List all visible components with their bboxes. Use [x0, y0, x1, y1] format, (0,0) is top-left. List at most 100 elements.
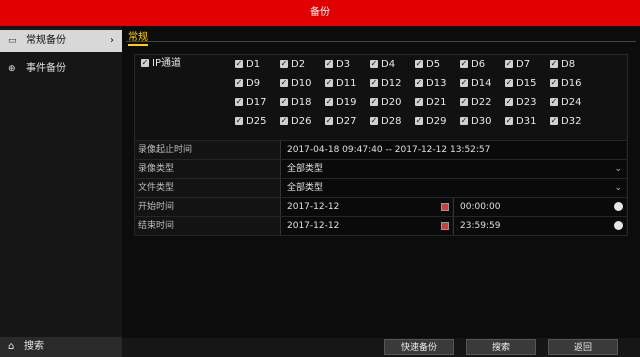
calendar-icon[interactable] — [441, 203, 449, 211]
channel-checkbox[interactable]: ✓ D28 — [370, 116, 401, 128]
channel-checkbox[interactable]: ✓ D26 — [280, 116, 311, 128]
check-icon: ✓ — [550, 78, 558, 87]
channel-checkbox[interactable]: ✓ D31 — [505, 116, 536, 128]
channel-checkbox[interactable]: ✓ D11 — [325, 78, 356, 90]
check-icon: ✓ — [550, 59, 558, 68]
channel-label: D8 — [561, 59, 576, 70]
search-button[interactable]: 搜索 — [466, 339, 536, 355]
end-time-field[interactable]: 23:59:59 — [453, 217, 626, 235]
sidebar-item-label: 常规备份 — [26, 35, 66, 46]
check-icon: ✓ — [370, 78, 378, 87]
channel-label: D13 — [426, 78, 447, 89]
channel-checkbox[interactable]: ✓ D30 — [460, 116, 491, 128]
channel-label: D16 — [561, 78, 582, 89]
clock-icon[interactable] — [614, 221, 623, 230]
channel-checkbox[interactable]: ✓ D15 — [505, 78, 536, 90]
check-icon: ✓ — [235, 78, 243, 87]
sidebar-item-event-backup[interactable]: ⊕ 事件备份 — [0, 58, 122, 80]
channel-checkbox[interactable]: ✓ D17 — [235, 97, 266, 109]
channel-checkbox[interactable]: ✓ D27 — [325, 116, 356, 128]
clock-icon[interactable] — [614, 202, 623, 211]
channel-checkbox[interactable]: ✓ D10 — [280, 78, 311, 90]
start-time-label: 开始时间 — [138, 202, 175, 212]
channel-checkbox[interactable]: ✓ D20 — [370, 97, 401, 109]
channel-checkbox[interactable]: ✓ D14 — [460, 78, 491, 90]
channel-label: D32 — [561, 116, 582, 127]
channel-checkbox[interactable]: ✓ D3 — [325, 59, 350, 71]
channel-label: D7 — [516, 59, 531, 70]
sidebar-search-label: 搜索 — [24, 341, 44, 352]
channel-checkbox[interactable]: ✓ D4 — [370, 59, 395, 71]
channel-checkbox[interactable]: ✓ D12 — [370, 78, 401, 90]
file-type-row: 文件类型 全部类型 ⌄ — [134, 178, 628, 198]
record-range-row: 录像起止时间 2017-04-18 09:47:40 -- 2017-12-12… — [134, 140, 628, 160]
check-icon: ✓ — [460, 116, 468, 125]
tab-divider — [126, 41, 636, 42]
tab-normal[interactable]: 常规 — [128, 28, 148, 46]
record-type-select[interactable]: 全部类型 ⌄ — [280, 160, 626, 178]
channel-label: D6 — [471, 59, 486, 70]
channel-checkbox[interactable]: ✓ D18 — [280, 97, 311, 109]
channel-label: D17 — [246, 97, 267, 108]
channel-checkbox[interactable]: ✓ D13 — [415, 78, 446, 90]
channel-checkbox[interactable]: ✓ D21 — [415, 97, 446, 109]
check-icon: ✓ — [325, 59, 333, 68]
channel-label: D23 — [516, 97, 537, 108]
channel-checkbox[interactable]: ✓ D1 — [235, 59, 260, 71]
start-date-field[interactable]: 2017-12-12 — [280, 198, 452, 216]
chevron-right-icon: › — [110, 35, 114, 46]
check-icon: ✓ — [550, 116, 558, 125]
start-time-value: 00:00:00 — [460, 202, 501, 212]
sidebar: ▭ 常规备份 › ⊕ 事件备份 — [0, 26, 122, 357]
channel-label: D26 — [291, 116, 312, 127]
record-type-label: 录像类型 — [138, 164, 175, 174]
check-icon: ✓ — [370, 116, 378, 125]
check-icon: ✓ — [460, 78, 468, 87]
channel-checkbox[interactable]: ✓ D7 — [505, 59, 530, 71]
channel-label: D28 — [381, 116, 402, 127]
end-date-field[interactable]: 2017-12-12 — [280, 217, 452, 235]
channel-label: D2 — [291, 59, 306, 70]
sidebar-item-normal-backup[interactable]: ▭ 常规备份 › — [0, 30, 122, 52]
channel-label: D3 — [336, 59, 351, 70]
channel-checkbox[interactable]: ✓ D2 — [280, 59, 305, 71]
channel-checkbox[interactable]: ✓ D24 — [550, 97, 581, 109]
check-icon: ✓ — [550, 97, 558, 106]
channel-label: D5 — [426, 59, 441, 70]
ip-channel-checkbox[interactable]: ✓ IP通道 — [141, 58, 181, 70]
channel-checkbox[interactable]: ✓ D25 — [235, 116, 266, 128]
pin-icon: ⊕ — [8, 64, 16, 74]
quick-backup-button[interactable]: 快速备份 — [384, 339, 454, 355]
channel-checkbox[interactable]: ✓ D19 — [325, 97, 356, 109]
window-title: 备份 — [0, 0, 640, 26]
check-icon: ✓ — [235, 97, 243, 106]
channel-checkbox[interactable]: ✓ D6 — [460, 59, 485, 71]
start-time-field[interactable]: 00:00:00 — [453, 198, 626, 216]
calendar-icon[interactable] — [441, 222, 449, 230]
channel-checkbox[interactable]: ✓ D8 — [550, 59, 575, 71]
sidebar-search-button[interactable]: ⌂ 搜索 — [0, 337, 122, 357]
channel-label: D29 — [426, 116, 447, 127]
chevron-down-icon: ⌄ — [614, 164, 622, 174]
check-icon: ✓ — [325, 78, 333, 87]
chevron-down-icon: ⌄ — [614, 183, 622, 193]
channel-checkbox[interactable]: ✓ D22 — [460, 97, 491, 109]
file-type-select[interactable]: 全部类型 ⌄ — [280, 179, 626, 197]
check-icon: ✓ — [415, 97, 423, 106]
channel-checkbox[interactable]: ✓ D16 — [550, 78, 581, 90]
channel-label: D19 — [336, 97, 357, 108]
channel-checkbox[interactable]: ✓ D29 — [415, 116, 446, 128]
channel-checkbox[interactable]: ✓ D9 — [235, 78, 260, 90]
check-icon: ✓ — [415, 116, 423, 125]
check-icon: ✓ — [505, 59, 513, 68]
channel-checkbox[interactable]: ✓ D32 — [550, 116, 581, 128]
back-button[interactable]: 返回 — [548, 339, 618, 355]
check-icon: ✓ — [141, 58, 149, 67]
channel-label: D20 — [381, 97, 402, 108]
main-panel: 常规 ✓ IP通道 ✓ D1 ✓ D2 ✓ D3 ✓ D4 ✓ D5 ✓ D6 ✓ D7 ✓ D8 ✓ D9 ✓ D10… — [122, 26, 640, 357]
channel-checkbox[interactable]: ✓ D5 — [415, 59, 440, 71]
record-type-value: 全部类型 — [287, 164, 324, 174]
channel-label: D25 — [246, 116, 267, 127]
check-icon: ✓ — [280, 59, 288, 68]
channel-checkbox[interactable]: ✓ D23 — [505, 97, 536, 109]
